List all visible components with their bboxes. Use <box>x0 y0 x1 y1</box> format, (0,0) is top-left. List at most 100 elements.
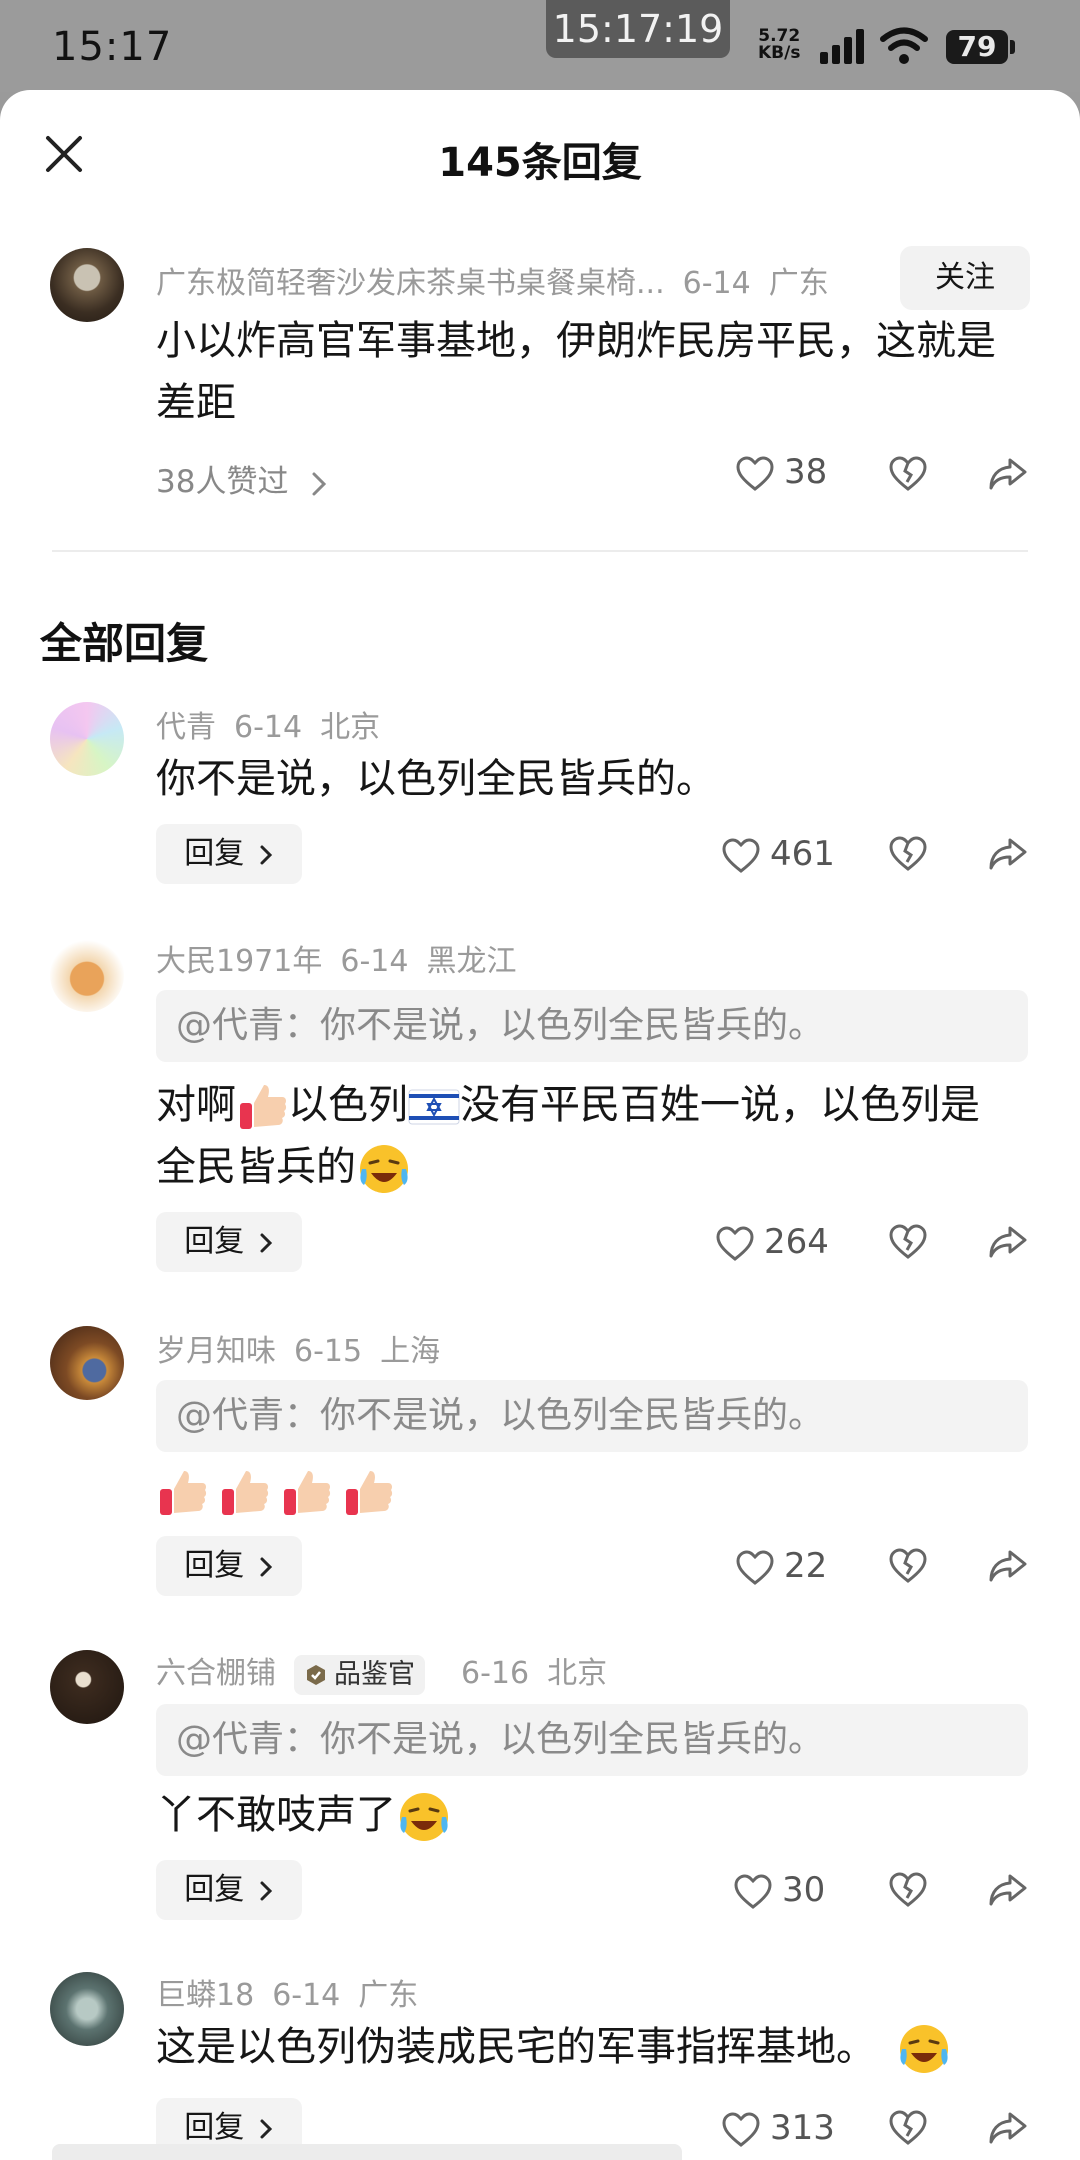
reply-meta: 大民1971年 6-14 黑龙江 <box>156 936 534 980</box>
reply-text-part: 这是以色列伪装成民宅的军事指挥基地。 <box>156 2024 876 2070</box>
network-speed-unit: KB/s <box>758 43 801 63</box>
broken-heart-icon[interactable] <box>888 1870 928 1910</box>
reply-text-part: 以色列 <box>288 1082 408 1128</box>
broken-heart-icon[interactable] <box>888 454 928 494</box>
comment-date: 6-14 <box>682 266 751 301</box>
reply-date: 6-15 <box>294 1334 363 1369</box>
like-button[interactable]: 22 <box>736 1546 827 1586</box>
share-arrow-icon[interactable] <box>988 1222 1028 1262</box>
comment-text: 小以炸高官军事基地，伊朗炸民房平民，这就是差距 <box>156 318 996 426</box>
quoted-reply[interactable]: @代青：你不是说，以色列全民皆兵的。 <box>156 990 1028 1062</box>
divider <box>52 550 1028 552</box>
like-count: 30 <box>782 1870 826 1910</box>
like-button[interactable]: 313 <box>722 2108 835 2148</box>
reply-author[interactable]: 岁月知味 <box>156 1334 276 1369</box>
reply-date: 6-14 <box>272 1978 341 2013</box>
battery-level: 79 <box>946 30 1008 64</box>
follow-button[interactable]: 关注 <box>900 246 1030 310</box>
like-count: 264 <box>764 1222 829 1262</box>
thumbs-up-icon <box>160 1471 207 1515</box>
status-clock-overlay: 15:17:19 <box>546 0 730 58</box>
quoted-reply[interactable]: @代青：你不是说，以色列全民皆兵的。 <box>156 1704 1028 1776</box>
thumbs-up-icon <box>346 1471 393 1515</box>
chevron-right-icon <box>312 472 327 495</box>
comment-location: 广东 <box>768 266 829 301</box>
reply-text: 丫不敢吱声了 <box>156 1784 452 1846</box>
share-arrow-icon[interactable] <box>988 454 1028 494</box>
battery-tip <box>1010 40 1015 54</box>
share-arrow-icon[interactable] <box>988 1870 1028 1910</box>
network-speed: 5.72 KB/s <box>758 28 800 62</box>
likers-count: 38人赞过 <box>156 464 289 500</box>
reply-author[interactable]: 六合棚铺 <box>156 1656 276 1691</box>
broken-heart-icon[interactable] <box>888 834 928 874</box>
like-count: 38 <box>784 452 828 492</box>
chevron-right-icon <box>260 1881 272 1900</box>
reply-meta: 六合棚铺 品鉴官 6-16 北京 <box>156 1648 625 1695</box>
reviewer-badge: 品鉴官 <box>294 1654 425 1695</box>
badge-label: 品鉴官 <box>334 1658 415 1690</box>
avatar[interactable] <box>50 938 124 1012</box>
badge-icon <box>307 1665 325 1685</box>
likers-link[interactable]: 38人赞过 <box>156 456 330 501</box>
reply-button[interactable]: 回复 <box>156 824 302 884</box>
reply-location: 北京 <box>320 710 381 745</box>
share-arrow-icon[interactable] <box>988 834 1028 874</box>
reply-meta: 巨蟒18 6-14 广东 <box>156 1970 436 2014</box>
reply-text: 这是以色列伪装成民宅的军事指挥基地。 <box>156 2016 1036 2078</box>
broken-heart-icon[interactable] <box>888 2108 928 2148</box>
reply-location: 北京 <box>547 1656 608 1691</box>
reply-meta: 代青 6-14 北京 <box>156 702 398 746</box>
share-arrow-icon[interactable] <box>988 1546 1028 1586</box>
like-button[interactable]: 461 <box>722 834 835 874</box>
quoted-reply[interactable]: @代青：你不是说，以色列全民皆兵的。 <box>156 1380 1028 1452</box>
wifi-icon <box>880 27 928 64</box>
reply-button[interactable]: 回复 <box>156 1212 302 1272</box>
heart-icon <box>734 1873 772 1909</box>
reply-text: 对啊 以色列 没有平民百姓一说，以色列是 全民皆兵的 <box>156 1074 1036 1198</box>
reply-date: 6-16 <box>461 1656 530 1691</box>
reply-location: 黑龙江 <box>426 944 517 979</box>
reply-author[interactable]: 巨蟒18 <box>156 1978 254 2013</box>
reply-button[interactable]: 回复 <box>156 1536 302 1596</box>
reply-author[interactable]: 大民1971年 <box>156 944 322 979</box>
reply-author[interactable]: 代青 <box>156 710 216 745</box>
heart-icon <box>736 1549 774 1585</box>
broken-heart-icon[interactable] <box>888 1222 928 1262</box>
like-button[interactable]: 30 <box>734 1870 825 1910</box>
laughing-crying-face-icon <box>360 1145 408 1193</box>
replies-sheet: 145条回复 广东极简轻奢沙发床茶桌书桌餐桌椅... 6-14 广东 关注 小以炸高… <box>0 90 1080 2160</box>
reply-button-label: 回复 <box>184 2110 245 2145</box>
chevron-right-icon <box>260 1557 272 1576</box>
avatar[interactable] <box>50 1972 124 2046</box>
thumbs-up-icon <box>240 1085 287 1129</box>
status-time: 15:17 <box>52 24 173 70</box>
heart-icon <box>716 1225 754 1261</box>
laughing-crying-face-icon <box>900 2025 948 2073</box>
broken-heart-icon[interactable] <box>888 1546 928 1586</box>
like-button[interactable]: 264 <box>716 1222 829 1262</box>
share-arrow-icon[interactable] <box>988 2108 1028 2148</box>
chevron-right-icon <box>260 2119 272 2138</box>
reply-text <box>156 1460 394 1522</box>
reply-button-label: 回复 <box>184 1548 245 1583</box>
comment-meta: 广东极简轻奢沙发床茶桌书桌餐桌椅... 6-14 广东 <box>156 258 847 302</box>
like-count: 313 <box>770 2108 835 2148</box>
avatar[interactable] <box>50 1326 124 1400</box>
section-title: 全部回复 <box>40 619 209 668</box>
avatar[interactable] <box>50 702 124 776</box>
heart-icon <box>722 2111 760 2147</box>
reply-text-part: 丫不敢吱声了 <box>156 1792 396 1838</box>
chevron-right-icon <box>260 1233 272 1252</box>
like-button[interactable]: 38 <box>736 452 827 492</box>
bottom-input-bar[interactable] <box>52 2144 682 2160</box>
avatar[interactable] <box>50 248 124 322</box>
comment-author[interactable]: 广东极简轻奢沙发床茶桌书桌餐桌椅... <box>156 266 665 301</box>
like-count: 22 <box>784 1546 828 1586</box>
status-bar: 15:17 15:17:19 5.72 KB/s 79 <box>0 0 1080 92</box>
avatar[interactable] <box>50 1650 124 1724</box>
thumbs-up-icon <box>284 1471 331 1515</box>
reply-button[interactable]: 回复 <box>156 1860 302 1920</box>
heart-icon <box>722 837 760 873</box>
thumbs-up-icon <box>222 1471 269 1515</box>
